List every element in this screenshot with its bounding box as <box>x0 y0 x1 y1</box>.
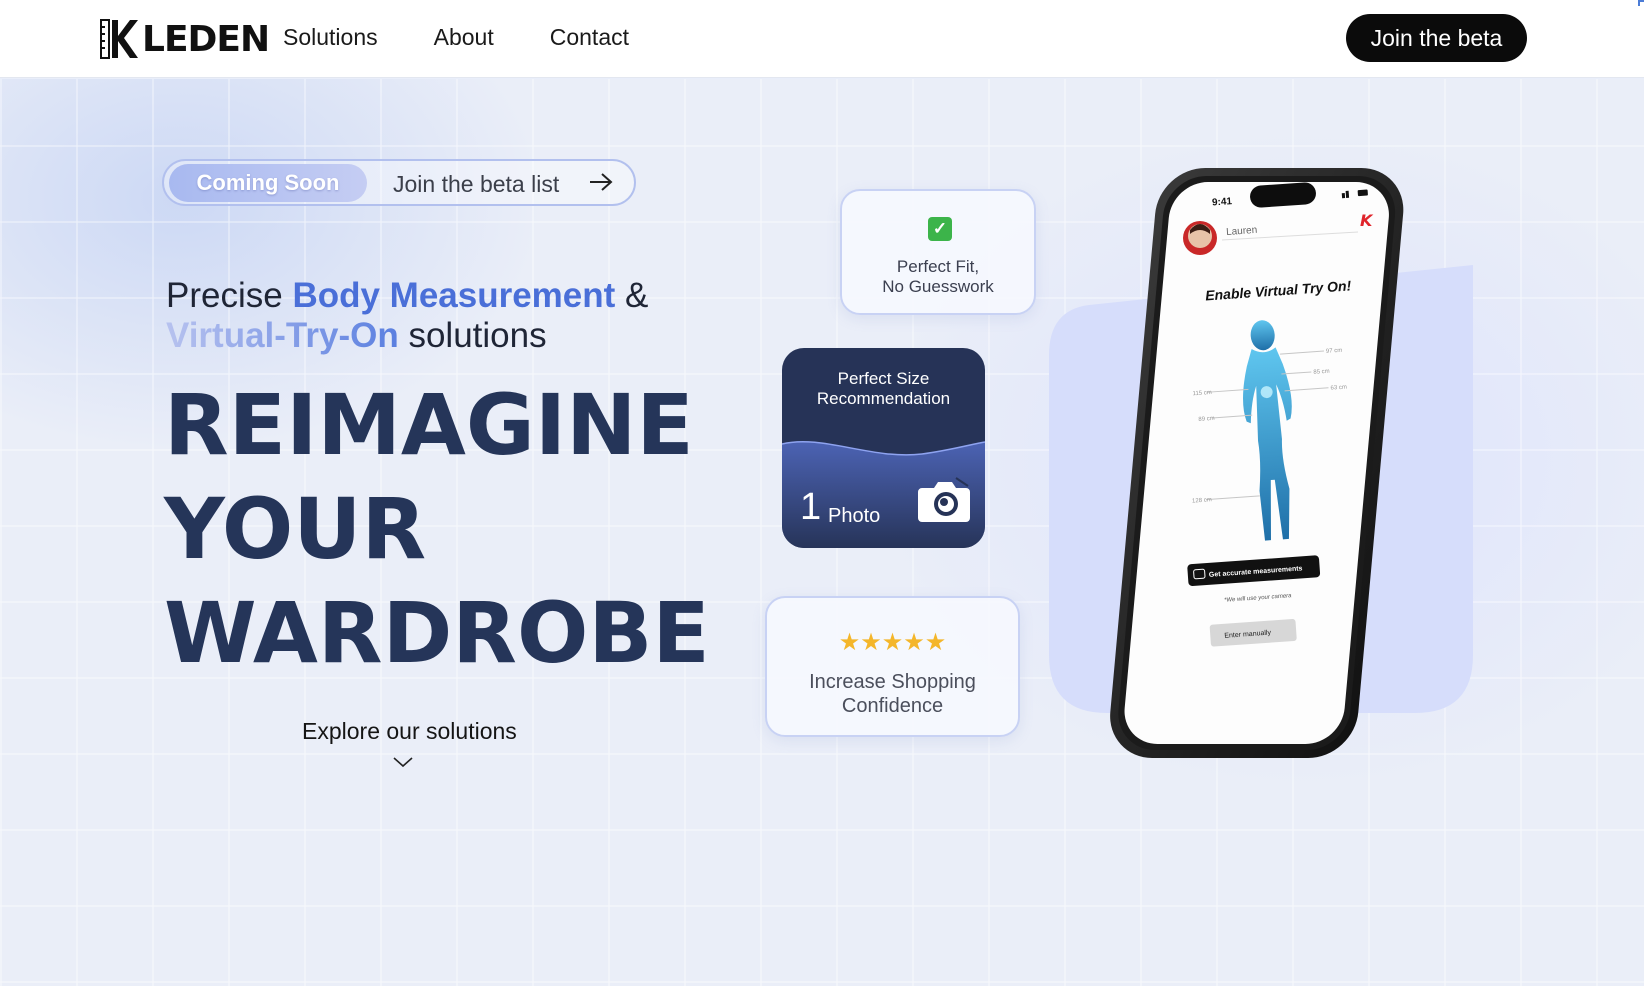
chevron-down-icon[interactable] <box>392 755 414 769</box>
tagline-part: & <box>615 276 649 315</box>
tagline-highlight-tryon: Virtual-Try-On <box>166 316 399 355</box>
photo-count: 1 <box>800 486 822 528</box>
beta-list-label: Join the beta list <box>393 171 560 197</box>
tagline-highlight-body: Body Measurement <box>292 276 616 315</box>
shopping-confidence-card: ★★★★★ Increase Shopping Confidence <box>765 596 1020 737</box>
kleden-logo[interactable]: LEDEN <box>100 18 270 60</box>
perfect-fit-text: Perfect Fit, No Guesswork <box>842 257 1034 297</box>
card-line: Recommendation <box>816 389 951 408</box>
nav-contact[interactable]: Contact <box>550 24 629 51</box>
five-star-rating-icon: ★★★★★ <box>838 629 947 656</box>
logo-text: LEDEN <box>142 18 270 60</box>
coming-soon-badge: Coming Soon <box>169 164 367 202</box>
measurement-label: 89 cm <box>1198 416 1215 423</box>
corner-marker <box>1638 0 1644 6</box>
card-line: Perfect Size <box>837 369 930 388</box>
nav-solutions[interactable]: Solutions <box>283 24 378 51</box>
checkmark-icon: ✓ <box>928 217 952 241</box>
measurement-label: 85 cm <box>1313 369 1330 376</box>
explore-solutions-link[interactable]: Explore our solutions <box>302 718 517 745</box>
brand-k-icon: K <box>1360 211 1374 230</box>
hero-tagline: Precise Body Measurement & Virtual-Try-O… <box>166 276 686 356</box>
measurement-label: 63 cm <box>1330 385 1347 392</box>
arrow-right-icon <box>590 173 613 191</box>
card-line: No Guesswork <box>882 277 994 296</box>
user-name: Lauren <box>1226 225 1258 238</box>
headline-line: WARDROBE <box>164 584 710 682</box>
beta-list-pill[interactable]: Coming Soon Join the beta list <box>162 159 636 206</box>
top-navbar: LEDEN Solutions About Contact Join the b… <box>0 0 1644 78</box>
headline-line: YOUR <box>164 480 427 578</box>
ruler-k-icon <box>100 19 138 59</box>
confidence-text: Increase Shopping Confidence <box>767 670 1018 718</box>
tagline-part: Precise <box>166 276 293 315</box>
card-line: Perfect Fit, <box>896 257 980 276</box>
measurement-label: 97 cm <box>1326 348 1343 355</box>
hero-headline: REIMAGINE YOUR WARDROBE <box>164 373 710 685</box>
nav-about[interactable]: About <box>434 24 494 51</box>
nav-links: Solutions About Contact <box>283 24 629 51</box>
card-line: Increase Shopping <box>809 671 976 693</box>
size-recommendation-card: Perfect Size Recommendation 1 Photo <box>782 348 985 548</box>
status-time: 9:41 <box>1212 196 1233 208</box>
photo-label: Photo <box>828 505 881 527</box>
phone-mockup: 9:41 Lauren K Enable Virtual Try On! 97 … <box>1110 168 1404 758</box>
join-beta-button[interactable]: Join the beta <box>1346 14 1527 62</box>
camera-icon <box>918 477 970 522</box>
perfect-fit-card: ✓ Perfect Fit, No Guesswork <box>840 189 1036 315</box>
size-card-title: Perfect Size Recommendation <box>782 369 985 409</box>
headline-line: REIMAGINE <box>164 376 694 474</box>
tagline-part: solutions <box>398 316 547 355</box>
card-line: Confidence <box>841 695 944 717</box>
